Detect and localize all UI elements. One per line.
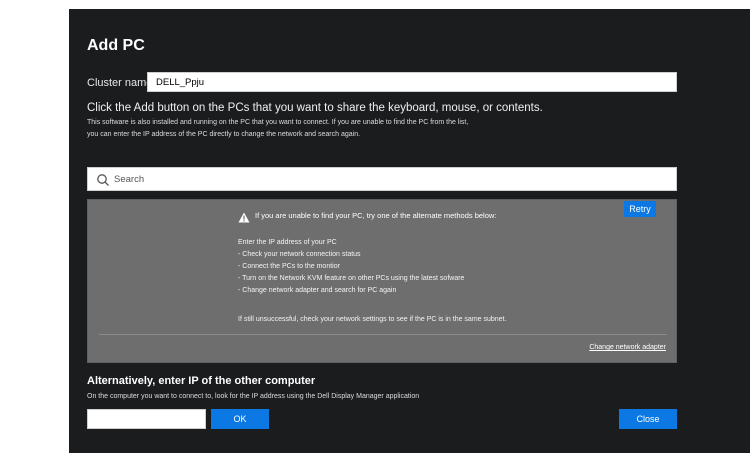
cluster-name-label: Cluster name [87, 77, 153, 89]
cluster-name-input[interactable]: DELL_Ppju [147, 72, 677, 92]
close-button[interactable]: Close [619, 409, 677, 429]
pc-list-panel: Retry If you are unable to find your PC,… [87, 199, 677, 363]
ip-address-input[interactable] [87, 409, 206, 429]
alternative-heading: Alternatively, enter IP of the other com… [87, 375, 316, 387]
instruction-text: Click the Add button on the PCs that you… [87, 102, 543, 114]
method-line: - Connect the PCs to the montior [238, 263, 340, 270]
search-placeholder: Search [114, 174, 145, 185]
method-line: - Change network adapter and search for … [238, 287, 397, 294]
alternative-subtext: On the computer you want to connect to, … [87, 393, 420, 400]
warning-icon [238, 212, 250, 223]
retry-button[interactable]: Retry [624, 201, 656, 217]
search-icon [97, 174, 109, 186]
instruction-subtext-2: you can enter the IP address of the PC d… [87, 131, 361, 138]
instruction-subtext-1: This software is also installed and runn… [87, 119, 469, 126]
subnet-hint: If still unsuccessful, check your networ… [238, 316, 507, 323]
method-line: - Check your network connection status [238, 251, 361, 258]
method-line: - Turn on the Network KVM feature on oth… [238, 275, 465, 282]
alternate-methods-list: Enter the IP address of your PC - Check … [238, 237, 464, 297]
method-line: Enter the IP address of your PC [238, 239, 337, 246]
change-network-adapter-link[interactable]: Change network adapter [589, 344, 666, 351]
add-pc-dialog: Add PC Cluster name DELL_Ppju Click the … [69, 9, 750, 453]
ok-button[interactable]: OK [211, 409, 269, 429]
dialog-title: Add PC [87, 37, 145, 54]
panel-divider [99, 334, 667, 335]
search-field[interactable]: Search [87, 167, 677, 191]
warning-message: If you are unable to find your PC, try o… [255, 211, 497, 220]
